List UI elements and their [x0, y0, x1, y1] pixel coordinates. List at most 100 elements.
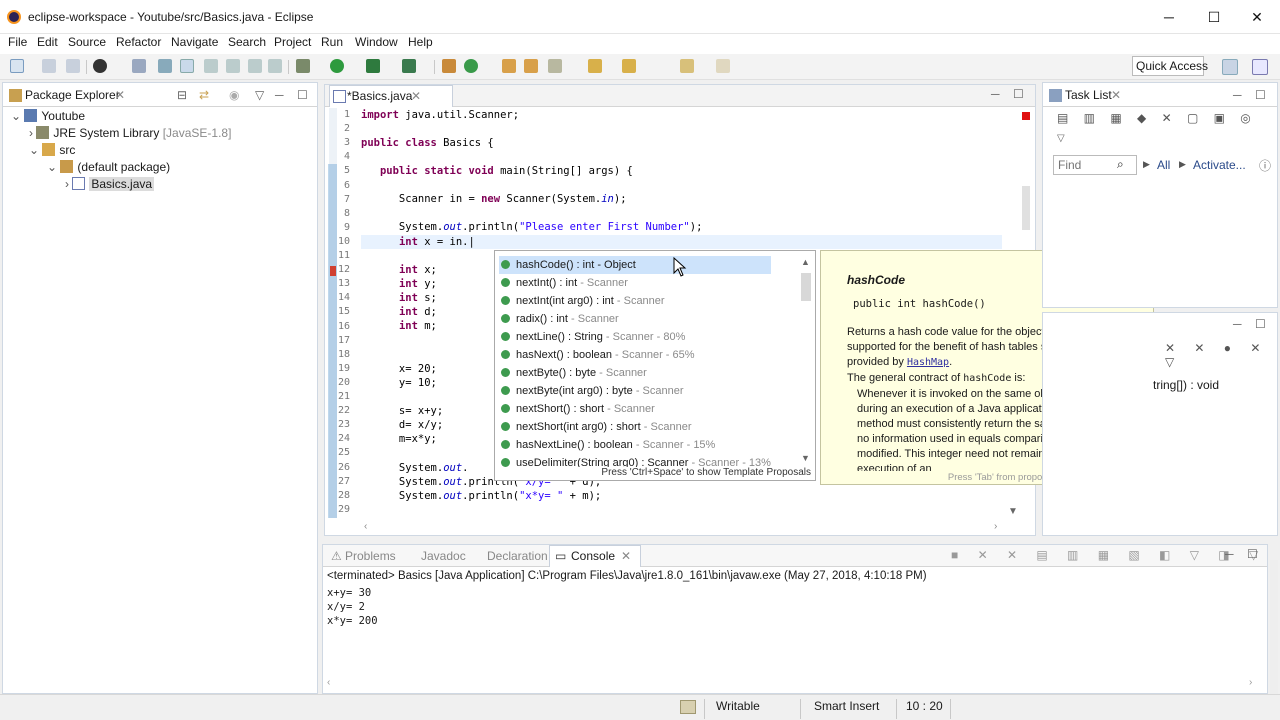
minimize-icon[interactable]: ─	[1161, 9, 1177, 25]
hashmap-link[interactable]: HashMap	[907, 357, 949, 368]
new-java-project-icon[interactable]	[442, 59, 456, 73]
scroll-left-icon[interactable]: ‹	[327, 677, 330, 688]
menu-run[interactable]: Run	[321, 34, 343, 54]
menu-project[interactable]: Project	[274, 34, 311, 54]
proposal-item[interactable]: nextInt() : int - Scanner	[499, 274, 771, 292]
word-wrap-icon[interactable]	[248, 59, 262, 73]
search-folder-icon[interactable]	[524, 59, 538, 73]
code-line-19[interactable]: x= 20;	[361, 362, 437, 376]
open-perspective-icon[interactable]	[1222, 59, 1238, 75]
console-toolbar[interactable]: ■ ✕ ✕ ▤ ▥ ▦ ▧ ◧ ▽ ◨ ▽	[951, 548, 1266, 562]
tree-item-jre[interactable]: › JRE System Library [JavaSE-1.8]	[29, 126, 231, 143]
code-line-9[interactable]: System.out.println("Please enter First N…	[361, 220, 702, 234]
maximize-view-icon[interactable]: ☐	[297, 88, 308, 102]
previous-annotation-icon[interactable]	[622, 59, 636, 73]
help-icon[interactable]: ⓘ	[1259, 157, 1271, 174]
proposal-item[interactable]: hashCode() : int - Object	[499, 256, 771, 274]
task-activate-link[interactable]: Activate...	[1193, 158, 1246, 172]
view-menu-icon[interactable]: ▽	[255, 88, 264, 102]
minimize-view-icon[interactable]: ─	[1233, 88, 1242, 102]
task-find-input[interactable]	[1053, 155, 1137, 175]
maximize-view-icon[interactable]: ☐	[1013, 87, 1024, 101]
close-icon[interactable]: ✕	[1249, 9, 1265, 25]
debug-icon[interactable]	[296, 59, 310, 73]
open-type-icon[interactable]	[132, 59, 146, 73]
block-selection-icon[interactable]	[204, 59, 218, 73]
code-line-28[interactable]: System.out.println("x*y= " + m);	[361, 489, 601, 503]
back-icon[interactable]	[680, 59, 694, 73]
tab-package-explorer[interactable]: Package Explorer	[25, 88, 120, 102]
menu-search[interactable]: Search	[228, 34, 266, 54]
java-perspective-icon[interactable]	[1252, 59, 1268, 75]
focus-icon[interactable]: ◉	[229, 88, 239, 102]
collapse-all-icon[interactable]: ⊟	[177, 88, 187, 102]
code-line-14[interactable]: int s;	[361, 291, 437, 305]
menu-navigate[interactable]: Navigate	[171, 34, 218, 54]
code-line-16[interactable]: int m;	[361, 319, 437, 333]
code-line-20[interactable]: y= 10;	[361, 376, 437, 390]
console-output[interactable]: x+y= 30 x/y= 2 x*y= 200	[327, 586, 378, 628]
tab-console[interactable]: Console	[571, 549, 615, 563]
scroll-right-icon[interactable]: ›	[994, 521, 997, 532]
scroll-up-icon[interactable]: ▲	[801, 257, 810, 267]
outline-toolbar[interactable]: ✕ ✕ ● ✕ ▽	[1165, 341, 1277, 369]
task-view-menu-icon[interactable]: ▽	[1057, 133, 1065, 144]
code-line-26[interactable]: System.out.	[361, 461, 469, 475]
proposal-item[interactable]: nextShort(int arg0) : short - Scanner	[499, 418, 771, 436]
minimize-view-icon[interactable]: ─	[275, 88, 284, 102]
close-tab-icon[interactable]: ✕	[411, 89, 421, 103]
coverage-icon[interactable]	[366, 59, 380, 73]
code-line-24[interactable]: m=x*y;	[361, 432, 437, 446]
tree-item-basics-java[interactable]: › Basics.java	[65, 177, 155, 194]
tab-declaration[interactable]: Declaration	[487, 549, 548, 563]
minimize-view-icon[interactable]: ─	[1233, 317, 1242, 331]
toggle-mark-icon[interactable]	[158, 59, 172, 73]
code-line-3[interactable]: public class Basics {	[361, 136, 494, 150]
scroll-down-icon[interactable]: ▼	[801, 453, 810, 463]
scroll-left-icon[interactable]: ‹	[364, 521, 367, 532]
debug-settings-icon[interactable]	[93, 59, 107, 73]
code-line-12[interactable]: int x;	[361, 263, 437, 277]
minimize-view-icon[interactable]: ─	[991, 87, 1000, 101]
tree-item-project[interactable]: ⌄ Youtube	[11, 109, 85, 126]
scroll-down-icon[interactable]: ▼	[1008, 506, 1018, 517]
proposal-item[interactable]: nextLine() : String - Scanner - 80%	[499, 328, 771, 346]
whitespace-icon[interactable]	[226, 59, 240, 73]
code-line-1[interactable]: import java.util.Scanner;	[361, 108, 519, 122]
proposal-scrollbar-thumb[interactable]	[801, 273, 811, 301]
menu-window[interactable]: Window	[355, 34, 398, 54]
console-vscroll[interactable]	[1270, 560, 1278, 694]
save-icon[interactable]	[42, 59, 56, 73]
maximize-icon[interactable]: ☐	[1206, 9, 1222, 25]
editor-scrollbar-thumb[interactable]	[1022, 186, 1030, 230]
link-editor-icon[interactable]: ⇄	[199, 88, 209, 102]
pilcrow-icon[interactable]	[268, 59, 282, 73]
next-annotation-icon[interactable]	[588, 59, 602, 73]
tab-task-list[interactable]: Task List	[1065, 88, 1112, 102]
proposal-item[interactable]: hasNext() : boolean - Scanner - 65%	[499, 346, 771, 364]
forward-icon[interactable]	[716, 59, 730, 73]
close-tab-icon[interactable]: ✕	[115, 88, 125, 102]
menu-file[interactable]: File	[8, 34, 27, 54]
proposal-item[interactable]: nextByte(int arg0) : byte - Scanner	[499, 382, 771, 400]
tab-javadoc[interactable]: Javadoc	[421, 549, 466, 563]
quick-access-field[interactable]: Quick Access	[1132, 56, 1208, 76]
code-line-22[interactable]: s= x+y;	[361, 404, 443, 418]
outline-main-method[interactable]: tring[]) : void	[1153, 378, 1219, 392]
code-line-7[interactable]: Scanner in = new Scanner(System.in);	[361, 192, 627, 206]
save-all-icon[interactable]	[66, 59, 80, 73]
tree-item-default-package[interactable]: ⌄ (default package)	[47, 160, 170, 177]
code-line-5[interactable]: public static void main(String[] args) {	[361, 164, 633, 178]
tab-problems[interactable]: Problems	[345, 549, 396, 563]
run-icon[interactable]	[330, 59, 344, 73]
pen-icon[interactable]	[548, 59, 562, 73]
maximize-view-icon[interactable]: ☐	[1247, 547, 1258, 561]
close-tab-icon[interactable]: ✕	[1111, 88, 1121, 102]
proposal-item[interactable]: radix() : int - Scanner	[499, 310, 771, 328]
open-folder-icon[interactable]	[502, 59, 516, 73]
tree-item-src[interactable]: ⌄ src	[29, 143, 75, 160]
menu-help[interactable]: Help	[408, 34, 433, 54]
minimize-view-icon[interactable]: ─	[1225, 547, 1234, 561]
code-line-10[interactable]: int x = in.|	[361, 235, 475, 249]
task-toolbar[interactable]: ▤ ▥ ▦ ◆ ✕ ▢ ▣ ◎	[1057, 111, 1257, 129]
